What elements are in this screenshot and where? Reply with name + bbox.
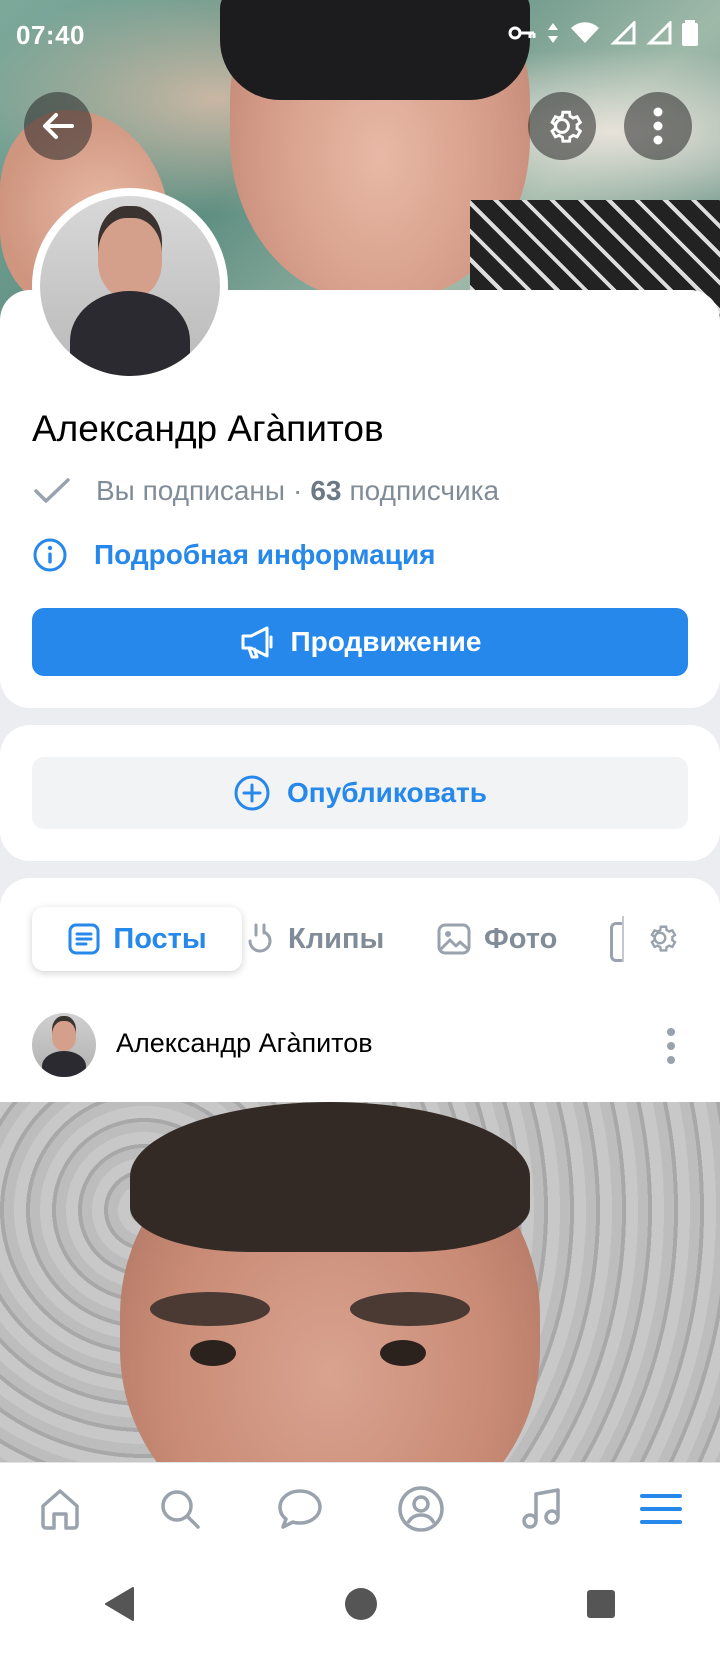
arrow-left-icon (43, 113, 74, 139)
checkmark-icon (34, 478, 70, 503)
status-icons (508, 20, 698, 46)
home-icon (41, 1488, 80, 1530)
publish-button[interactable]: Опубликовать (32, 757, 688, 829)
status-bar: 07:40 (0, 0, 720, 72)
tab-photo-label: Фото (484, 922, 558, 955)
image-icon (437, 923, 471, 955)
photo-brow-right (350, 1292, 470, 1326)
home-circle-icon[interactable] (343, 1586, 379, 1622)
subscribed-status: Вы подписаны (96, 475, 285, 506)
data-transfer-icon (548, 23, 558, 43)
article-icon (68, 923, 100, 955)
subscription-row[interactable]: Вы подписаны · 63 подписчика (32, 475, 499, 507)
status-time: 07:40 (16, 20, 85, 50)
hamburger-menu-icon (639, 1493, 682, 1524)
profile-avatar[interactable] (32, 188, 228, 384)
megaphone-icon (241, 626, 273, 659)
nav-menu[interactable] (639, 1491, 683, 1532)
back-triangle-icon[interactable] (103, 1586, 137, 1622)
post-author-name[interactable]: Александр Агàпитов (116, 1028, 373, 1059)
back-button[interactable] (24, 92, 92, 160)
photo-eye-left (190, 1340, 236, 1366)
nav-music[interactable] (520, 1486, 564, 1537)
bottom-navigation (0, 1462, 720, 1559)
tabs-divider (622, 916, 624, 962)
add-circle-icon (234, 775, 270, 811)
followers-count: 63 (310, 475, 342, 506)
promote-button-label: Продвижение (290, 626, 482, 657)
more-vertical-icon (667, 1028, 675, 1064)
system-navigation (0, 1558, 720, 1650)
gear-icon (650, 925, 677, 952)
post-menu-button[interactable] (664, 1026, 678, 1071)
followers-label: подписчика (349, 475, 500, 506)
signal-icon (610, 21, 636, 45)
photo-eye-right (380, 1340, 426, 1366)
nav-search[interactable] (158, 1487, 202, 1536)
search-icon (161, 1489, 200, 1529)
wifi-icon (571, 22, 599, 43)
tab-posts-label: Посты (113, 922, 207, 955)
publish-button-label: Опубликовать (287, 777, 487, 808)
photo-hair (130, 1102, 530, 1252)
tab-photo[interactable]: Фото (436, 907, 557, 971)
separator-dot: · (293, 475, 303, 506)
photo-brow-left (150, 1292, 270, 1326)
post-photo[interactable] (0, 1102, 720, 1462)
settings-button[interactable] (528, 92, 596, 160)
post-author-avatar[interactable] (32, 1013, 96, 1077)
vpn-key-icon (508, 26, 536, 40)
music-note-icon (522, 1487, 560, 1529)
chat-bubble-icon (277, 1488, 322, 1529)
info-icon (33, 538, 67, 572)
battery-icon (682, 20, 698, 46)
more-options-button[interactable] (624, 92, 692, 160)
promote-button[interactable]: Продвижение (32, 608, 688, 676)
tab-posts[interactable]: Посты (32, 907, 242, 971)
gear-icon (550, 110, 583, 143)
clips-icon (248, 923, 272, 953)
nav-messages[interactable] (277, 1487, 323, 1536)
tabs-settings-button[interactable] (642, 920, 678, 961)
more-vertical-icon (653, 107, 663, 145)
details-link[interactable]: Подробная информация (32, 537, 436, 573)
details-link-label: Подробная информация (94, 539, 436, 570)
signal-2-icon (646, 21, 672, 45)
nav-home[interactable] (37, 1486, 83, 1537)
nav-profile[interactable] (397, 1485, 445, 1538)
user-circle-icon (398, 1485, 445, 1532)
tab-clips-label: Клипы (288, 922, 385, 955)
profile-name: Александр Агàпитов (32, 408, 384, 449)
tab-clips[interactable]: Клипы (244, 907, 384, 971)
avatar-image (40, 196, 220, 376)
recents-square-icon[interactable] (585, 1588, 617, 1620)
